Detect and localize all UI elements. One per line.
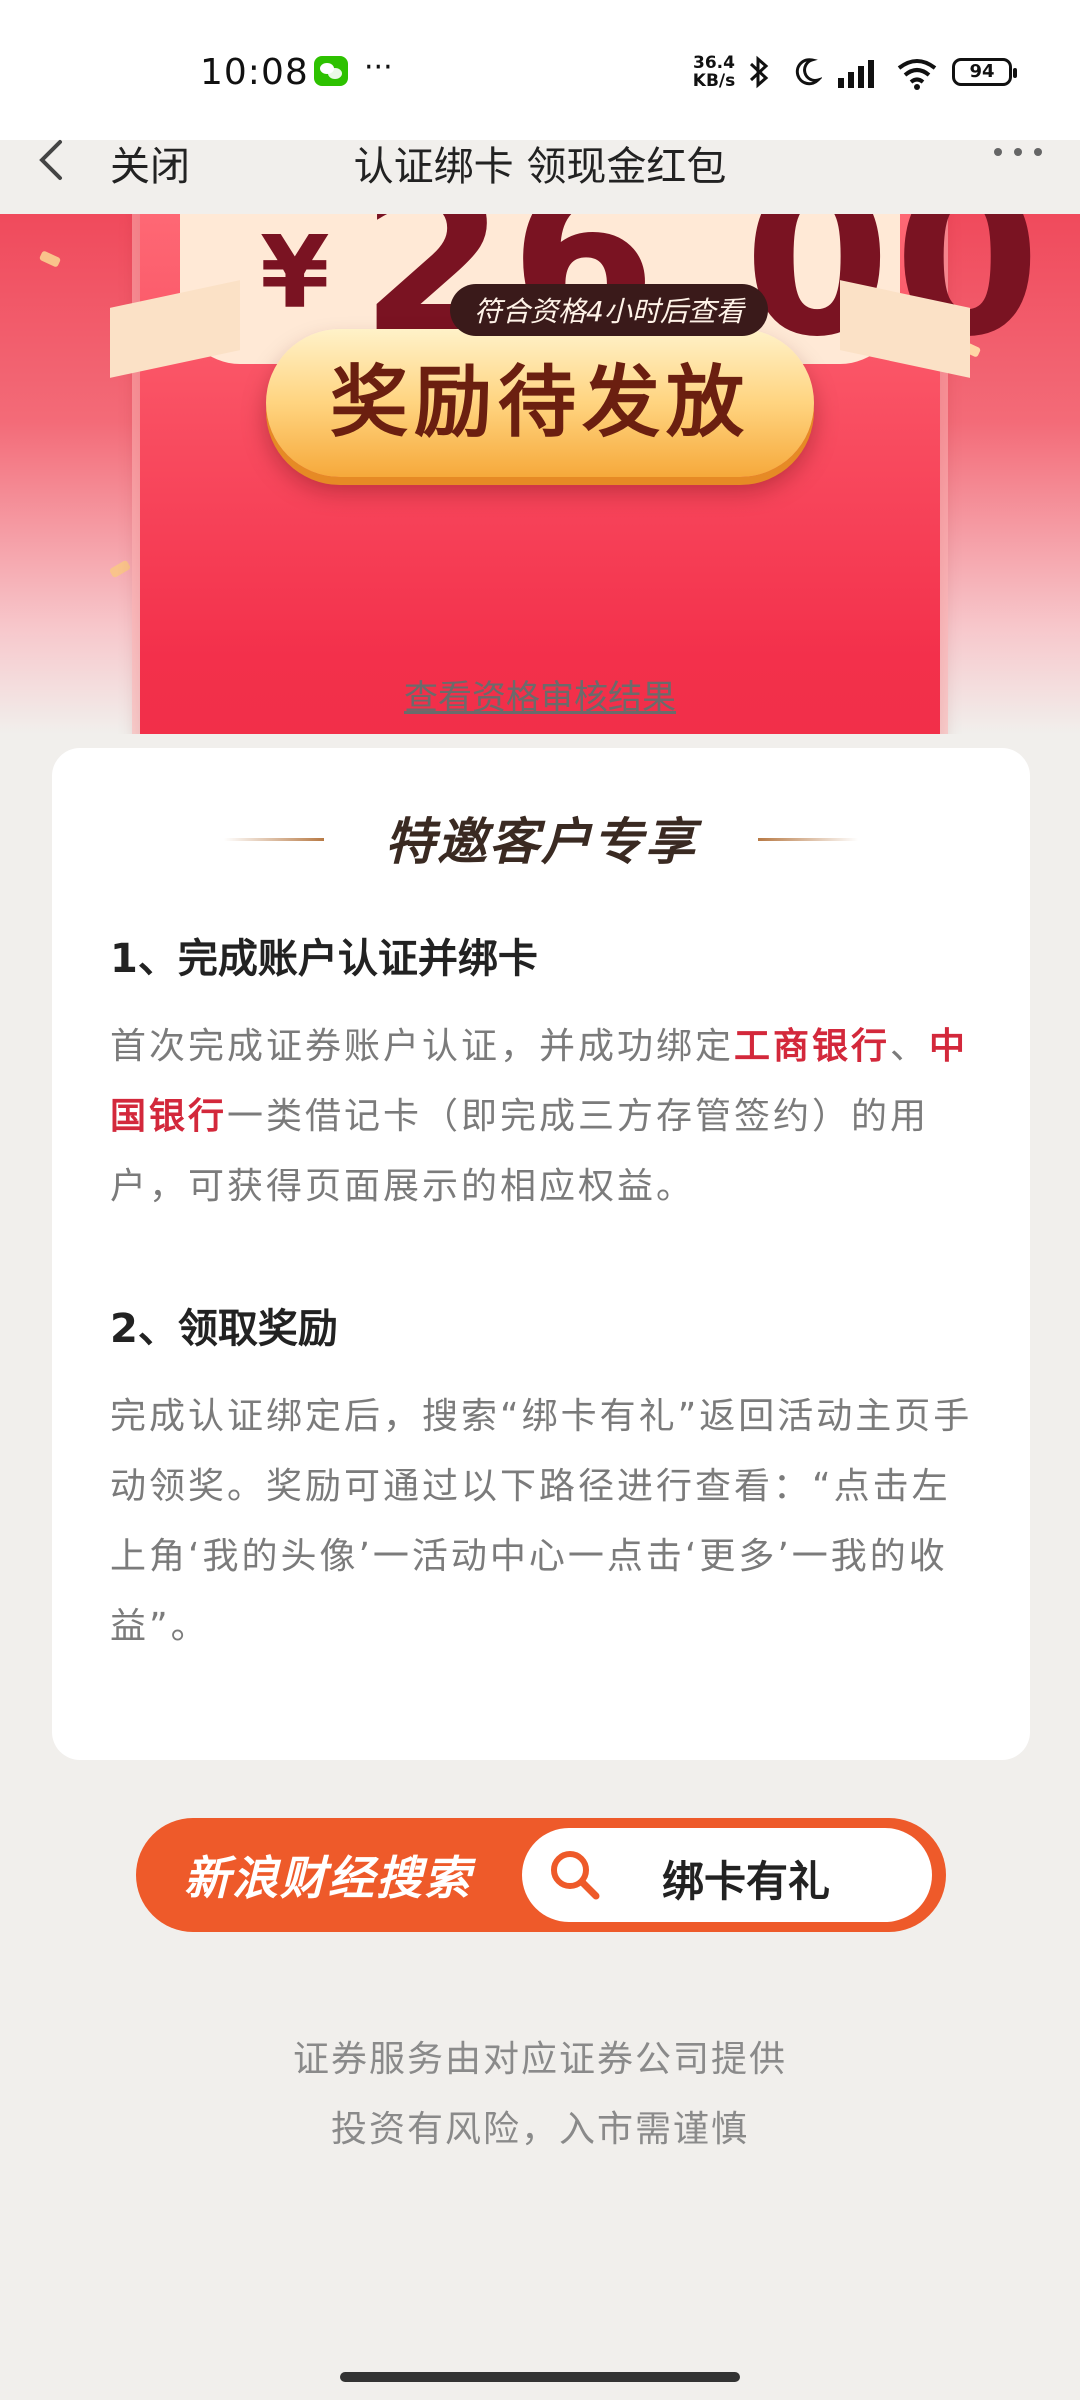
bank-icbc: 工商银行 <box>734 1026 891 1067</box>
home-indicator[interactable] <box>340 2372 740 2382</box>
search-brand-label: 新浪财经搜索 <box>184 1851 472 1905</box>
search-field[interactable]: 绑卡有礼 <box>522 1828 932 1922</box>
confetti-decoration <box>38 250 62 268</box>
footer-disclaimer-2: 投资有风险，入市需谨慎 <box>330 2109 749 2150</box>
bluetooth-icon <box>744 54 774 90</box>
ribbon-decoration <box>110 280 240 378</box>
section2-heading: 2、领取奖励 <box>110 1306 338 1352</box>
confetti-decoration <box>108 559 132 579</box>
moon-icon <box>792 54 824 90</box>
wifi-icon <box>895 54 939 90</box>
title-divider-left <box>224 838 324 841</box>
section1-body-text-2: 一类借记卡（即完成三方存管签约）的用户，可获得页面展示的相应权益。 <box>110 1096 930 1207</box>
section2-body: 完成认证绑定后，搜索“绑卡有礼”返回活动主页手动领奖。奖励可通过以下路径进行查看… <box>110 1396 973 1647</box>
section1-body-text: 首次完成证券账户认证，并成功绑定 <box>110 1026 735 1067</box>
section1-heading: 1、完成账户认证并绑卡 <box>110 936 538 982</box>
reward-banner: ¥ 26.00 奖励待发放 符合资格4小时后查看 <box>0 214 1080 734</box>
page-title: 认证绑卡 领现金红包 <box>353 144 727 190</box>
footer-disclaimer-1: 证券服务由对应证券公司提供 <box>292 2039 787 2080</box>
title-divider-right <box>758 838 858 841</box>
signal-icon <box>836 54 882 90</box>
nav-bar: 关闭 认证绑卡 领现金红包 <box>0 112 1080 214</box>
network-speed-value: 36.4 <box>693 53 735 73</box>
network-speed-unit: KB/s <box>692 71 736 91</box>
review-result-link[interactable]: 查看资格审核结果 <box>0 670 1080 719</box>
more-options-icon[interactable] <box>990 142 1046 162</box>
reward-status-label: 奖励待发放 <box>329 358 750 448</box>
info-card: 特邀客户专享 1、完成账户认证并绑卡 首次完成证券账户认证，并成功绑定工商银行、… <box>52 748 1030 1760</box>
status-time: 10:08 <box>200 52 309 93</box>
card-title: 特邀客户专享 <box>385 813 697 871</box>
red-envelope: ¥ 26.00 奖励待发放 符合资格4小时后查看 <box>110 214 1040 734</box>
network-speed: 36.4 KB/s <box>686 54 742 90</box>
section1-separator: 、 <box>890 1026 930 1067</box>
section1-body: 首次完成证券账户认证，并成功绑定工商银行、中国银行一类借记卡（即完成三方存管签约… <box>110 1012 982 1222</box>
search-keyword: 绑卡有礼 <box>661 1857 830 1906</box>
eligibility-note: 符合资格4小时后查看 <box>450 284 768 336</box>
search-icon <box>546 1846 604 1904</box>
sina-finance-search-banner[interactable]: 新浪财经搜索 绑卡有礼 <box>136 1818 946 1932</box>
card-title-row: 特邀客户专享 <box>52 802 1030 872</box>
more-notifications-icon: ··· <box>364 50 393 85</box>
wechat-icon <box>314 56 348 86</box>
reward-status-button[interactable]: 奖励待发放 <box>266 329 814 477</box>
battery-indicator: 94 <box>952 58 1017 86</box>
currency-symbol: ¥ <box>260 214 330 331</box>
